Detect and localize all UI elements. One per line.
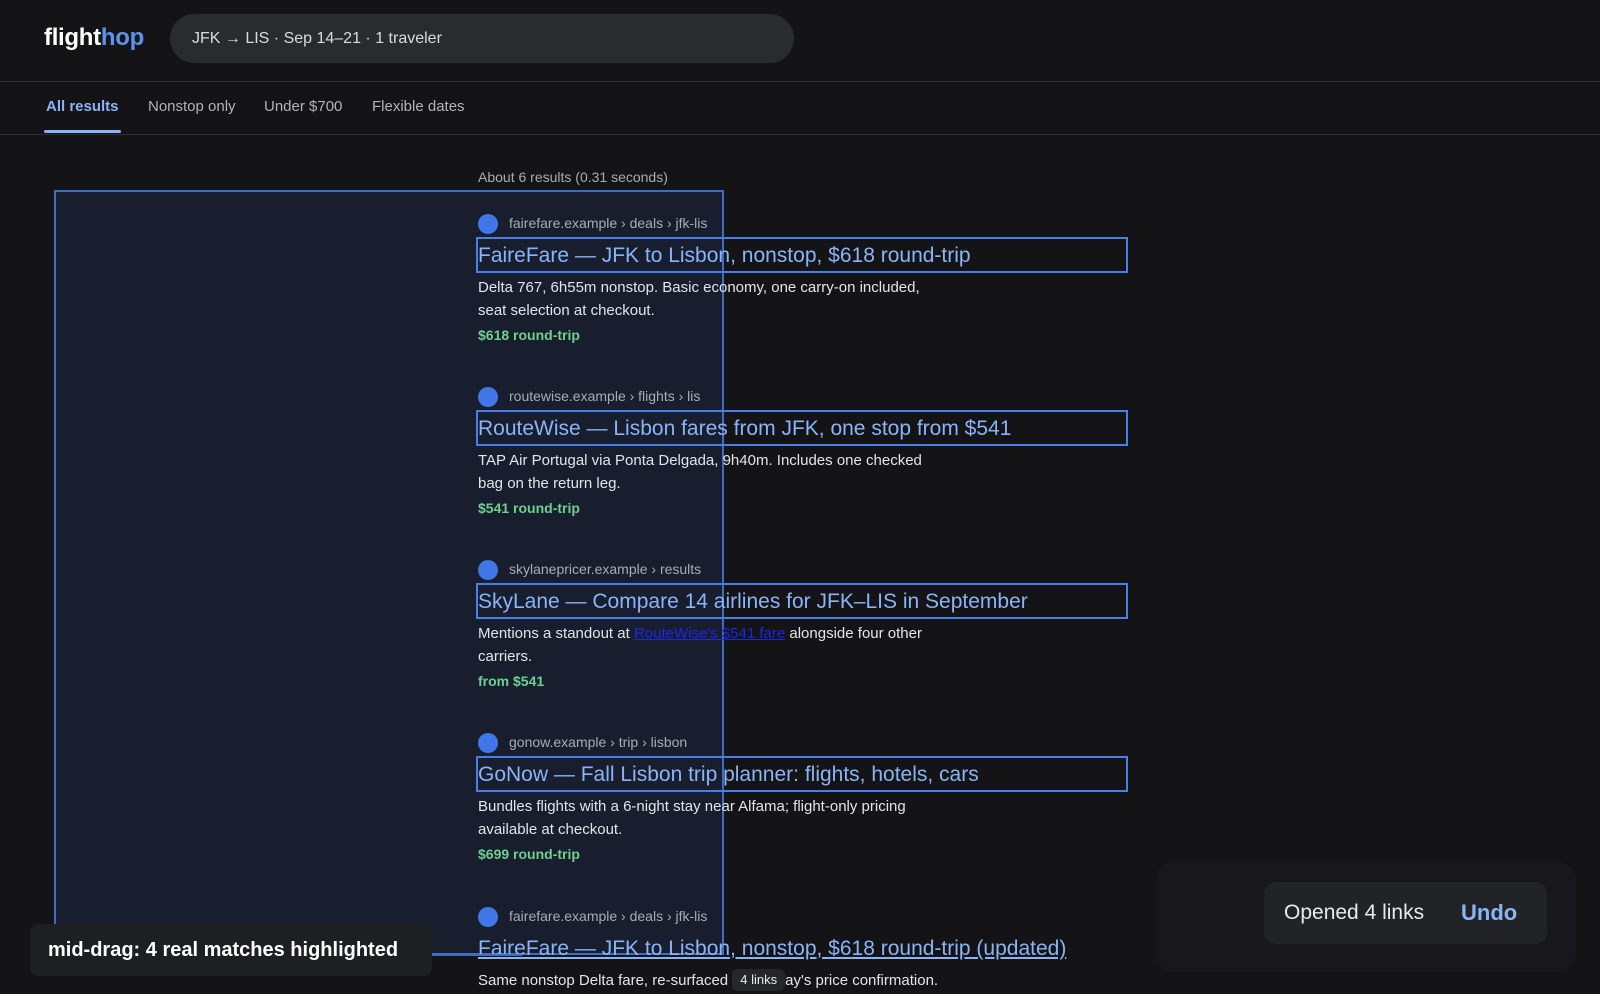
search-result: fairefare.example › deals › jfk-lis Fair…: [478, 214, 1118, 343]
link-highlight-box: [476, 756, 1128, 792]
snippet-text: ay's price confirmation.: [785, 972, 939, 989]
snippet-text: Same nonstop Delta fare, re-surfaced: [478, 972, 733, 989]
logo-main: flight: [44, 24, 101, 51]
result-snippet: TAP Air Portugal via Ponta Delgada, 9h40…: [478, 452, 922, 492]
tab-flexible-dates[interactable]: Flexible dates: [372, 98, 465, 115]
result-breadcrumb: fairefare.example › deals › jfk-lis: [478, 907, 1118, 927]
selection-bottom-edge: [432, 954, 522, 956]
snippet-text: Mentions a standout at: [478, 625, 634, 642]
result-price: $699 round-trip: [478, 846, 580, 862]
search-query: JFK → LIS · Sep 14–21 · 1 traveler: [192, 30, 442, 47]
tab-under-700[interactable]: Under $700: [264, 98, 342, 115]
favicon-icon: [478, 387, 498, 407]
logo-accent: hop: [100, 24, 144, 51]
toast-message: Opened 4 links: [1284, 901, 1425, 924]
search-result: fairefare.example › deals › jfk-lis Fair…: [478, 907, 1118, 992]
search-result: skylanepricer.example › results SkyLane …: [478, 560, 1118, 689]
result-breadcrumb: gonow.example › trip › lisbon: [478, 733, 1118, 753]
active-tab-indicator: [44, 130, 121, 133]
favicon-icon: [478, 560, 498, 580]
result-snippet: Mentions a standout at RouteWise's $541 …: [478, 622, 948, 668]
breadcrumb-text: gonow.example › trip › lisbon: [509, 734, 688, 750]
link-highlight-box: [476, 237, 1128, 273]
favicon-icon: [478, 733, 498, 753]
breadcrumb-text: routewise.example › flights › lis: [509, 388, 701, 404]
result-snippet: Bundles flights with a 6-night stay near…: [478, 798, 906, 838]
filter-tabs: All results Nonstop only Under $700 Flex…: [0, 82, 1600, 135]
annotation-caption: mid-drag: 4 real matches highlighted: [30, 924, 432, 976]
link-highlight-box: [476, 583, 1128, 619]
favicon-icon: [478, 214, 498, 234]
result-price: $618 round-trip: [478, 327, 580, 343]
search-input[interactable]: JFK → LIS · Sep 14–21 · 1 traveler: [170, 14, 794, 63]
result-price: from $541: [478, 673, 545, 689]
result-breadcrumb: fairefare.example › deals › jfk-lis: [478, 214, 1118, 234]
inline-fare-link[interactable]: RouteWise's $541 fare: [634, 625, 785, 642]
results-stats: About 6 results (0.31 seconds): [478, 169, 668, 185]
tab-nonstop-only[interactable]: Nonstop only: [148, 98, 236, 115]
result-price: $541 round-trip: [478, 500, 580, 516]
result-breadcrumb: routewise.example › flights › lis: [478, 387, 1118, 407]
undo-button[interactable]: Undo: [1461, 900, 1517, 926]
result-snippet: Same nonstop Delta fare, re-surfaced 4 l…: [478, 969, 1118, 992]
result-breadcrumb: skylanepricer.example › results: [478, 560, 1118, 580]
breadcrumb-text: fairefare.example › deals › jfk-lis: [509, 215, 708, 231]
drag-link-count-badge: 4 links: [732, 969, 786, 991]
search-result: routewise.example › flights › lis RouteW…: [478, 387, 1118, 516]
tab-all-results[interactable]: All results: [46, 98, 119, 115]
logo[interactable]: flighthop: [44, 24, 144, 52]
favicon-icon: [478, 907, 498, 927]
breadcrumb-text: skylanepricer.example › results: [509, 561, 702, 577]
opened-links-toast: Opened 4 links Undo: [1264, 882, 1547, 944]
breadcrumb-text: fairefare.example › deals › jfk-lis: [509, 908, 708, 924]
link-highlight-box: [476, 410, 1128, 446]
result-snippet: Delta 767, 6h55m nonstop. Basic economy,…: [478, 279, 920, 319]
result-title-link[interactable]: FaireFare — JFK to Lisbon, nonstop, $618…: [478, 936, 1118, 962]
top-bar: flighthop JFK → LIS · Sep 14–21 · 1 trav…: [0, 0, 1600, 82]
search-result: gonow.example › trip › lisbon GoNow — Fa…: [478, 733, 1118, 862]
